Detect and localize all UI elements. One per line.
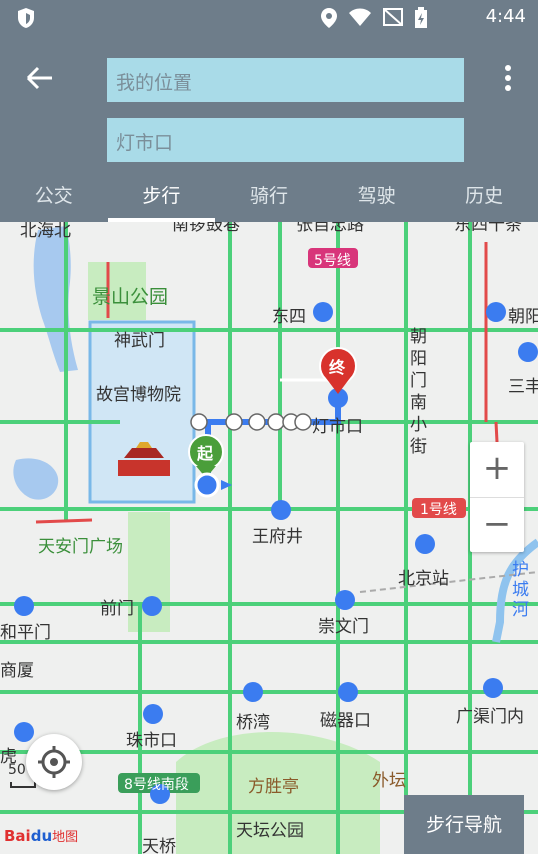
map-label: 桥湾 bbox=[236, 713, 270, 733]
locate-me-button[interactable] bbox=[26, 734, 82, 790]
status-bar: 4:44 bbox=[0, 0, 538, 36]
metro-line-label: 1号线 bbox=[420, 502, 457, 518]
map-label: 北京站 bbox=[398, 569, 449, 589]
map-label: 护城河 bbox=[512, 560, 529, 620]
map-label: 珠市口 bbox=[126, 731, 177, 751]
no-signal-icon bbox=[382, 7, 404, 33]
map-label: 天坛公园 bbox=[236, 821, 304, 841]
tab-drive[interactable]: 驾驶 bbox=[323, 176, 431, 222]
location-icon bbox=[320, 7, 338, 33]
destination-input[interactable]: 灯市口 bbox=[107, 118, 464, 162]
metro-line-label: 8号线南段 bbox=[124, 777, 189, 793]
walking-route bbox=[205, 398, 341, 484]
lake bbox=[13, 458, 59, 500]
zoom-in-button[interactable]: + bbox=[470, 442, 524, 497]
arrow-left-icon bbox=[26, 66, 52, 90]
map-label: 景山公园 bbox=[92, 286, 169, 308]
lake bbox=[33, 226, 78, 372]
start-marker-label: 起 bbox=[197, 444, 214, 463]
map-label: 三丰 bbox=[508, 377, 538, 397]
map-label: 和平门 bbox=[0, 623, 51, 643]
map-label: 神武门 bbox=[114, 331, 165, 351]
crosshair-icon bbox=[38, 746, 70, 778]
map-label: 方胜亭 bbox=[248, 777, 299, 797]
map-label: 广渠门内 bbox=[456, 707, 524, 727]
logo-text: Bai bbox=[4, 827, 31, 845]
logo-paw: du bbox=[30, 827, 53, 845]
map-label: 东四十条 bbox=[454, 222, 522, 235]
map-label: 天安门广场 bbox=[38, 537, 123, 557]
origin-input[interactable]: 我的位置 bbox=[107, 58, 464, 102]
zoom-controls: + − bbox=[470, 442, 524, 552]
map-label: 天桥 bbox=[142, 837, 176, 854]
more-options-button[interactable] bbox=[498, 62, 518, 94]
map-view[interactable]: 北海北 南锣鼓巷 张自忠路 东四十条 5号线 景山公园 东四 朝阳 神武门 朝阳… bbox=[0, 222, 538, 854]
shield-icon bbox=[16, 7, 36, 33]
back-button[interactable] bbox=[24, 62, 60, 94]
metro-line-label: 5号线 bbox=[314, 253, 351, 269]
map-label: 东四 bbox=[272, 307, 306, 327]
map-label: 商厦 bbox=[0, 661, 34, 681]
map-label: 灯市口 bbox=[312, 417, 363, 437]
map-label: 朝阳 bbox=[508, 307, 538, 327]
zoom-out-button[interactable]: − bbox=[470, 497, 524, 552]
end-marker-label: 终 bbox=[329, 358, 346, 377]
route-header: 我的位置 灯市口 公交 步行 骑行 驾驶 历史 bbox=[0, 36, 538, 222]
tab-walk[interactable]: 步行 bbox=[107, 176, 216, 222]
more-vertical-icon bbox=[505, 65, 511, 91]
map-label: 朝阳门南小街 bbox=[410, 327, 427, 457]
transport-tabs: 公交 步行 骑行 驾驶 历史 bbox=[0, 176, 538, 222]
wifi-icon bbox=[348, 7, 372, 33]
map-label: 王府井 bbox=[252, 527, 303, 547]
clock: 4:44 bbox=[485, 6, 526, 27]
current-location-dot bbox=[194, 472, 232, 498]
map-label: 外坛 bbox=[372, 771, 406, 791]
logo-sub: 地图 bbox=[52, 830, 79, 845]
walk-navigation-button[interactable]: 步行导航 bbox=[404, 795, 524, 854]
tab-history[interactable]: 历史 bbox=[430, 176, 538, 222]
battery-charging-icon bbox=[414, 7, 428, 33]
map-label: 磁器口 bbox=[320, 711, 371, 731]
map-label: 北海北 bbox=[20, 222, 71, 241]
baidu-map-logo: Baidu地图 bbox=[4, 826, 78, 845]
map-label: 南锣鼓巷 bbox=[172, 222, 240, 235]
tab-bus[interactable]: 公交 bbox=[0, 176, 108, 222]
map-label: 张自忠路 bbox=[296, 222, 364, 235]
tab-bike[interactable]: 骑行 bbox=[215, 176, 323, 222]
map-label: 前门 bbox=[100, 599, 134, 619]
map-label: 故宫博物院 bbox=[96, 385, 181, 405]
map-label: 崇文门 bbox=[318, 617, 369, 637]
scale-label: 50 bbox=[8, 762, 26, 778]
